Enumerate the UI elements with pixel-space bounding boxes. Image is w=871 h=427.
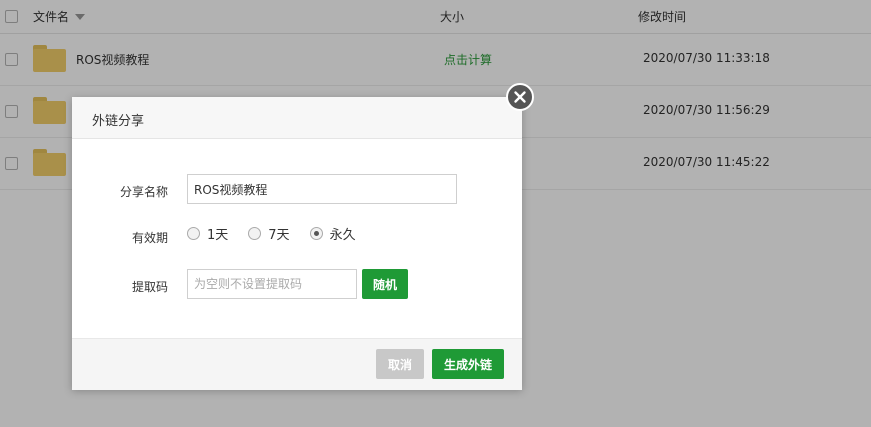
validity-option-7days[interactable]: 7天	[248, 224, 290, 243]
radio-button[interactable]	[187, 227, 200, 240]
radio-button-selected[interactable]	[309, 227, 323, 240]
close-button[interactable]	[506, 83, 534, 111]
close-icon[interactable]	[508, 85, 532, 109]
validity-radio-group: 1天 7天 永久	[187, 224, 376, 243]
extract-code-label: 提取码	[131, 280, 168, 294]
dialog-header: 外链分享	[72, 97, 522, 139]
validity-option-permanent[interactable]: 永久	[309, 224, 356, 243]
share-name-input[interactable]	[187, 174, 457, 204]
dialog-footer: 取消 生成外链	[72, 338, 522, 390]
extract-code-input[interactable]	[187, 269, 357, 299]
random-code-button[interactable]: 随机	[362, 269, 408, 299]
dialog-title: 外链分享	[92, 114, 145, 129]
share-link-dialog: 外链分享 分享名称 有效期 1天 7天 永久 提取码 随机 取消 生成外链	[72, 83, 534, 390]
validity-option-1day[interactable]: 1天	[187, 224, 228, 243]
cancel-button[interactable]: 取消	[376, 349, 424, 379]
generate-link-button[interactable]: 生成外链	[432, 349, 504, 379]
radio-button[interactable]	[248, 227, 262, 240]
validity-label: 有效期	[131, 231, 168, 245]
share-name-label: 分享名称	[119, 185, 168, 199]
